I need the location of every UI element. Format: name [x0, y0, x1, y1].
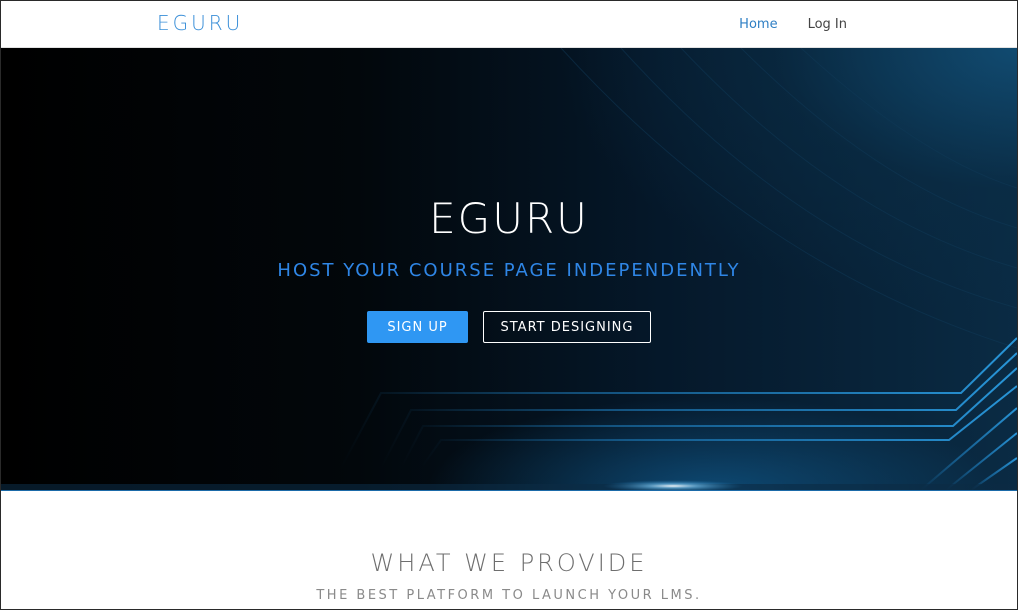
hero-tagline: HOST YOUR COURSE PAGE INDEPENDENTLY — [277, 260, 741, 281]
page-frame: EGURU Home Log In EGURU HOST YOUR COURSE… — [0, 0, 1018, 610]
brand-logo[interactable]: EGURU — [157, 11, 243, 35]
what-we-provide-subheading: THE BEST PLATFORM TO LAUNCH YOUR LMS. — [316, 588, 702, 603]
start-designing-button[interactable]: START DESIGNING — [483, 311, 651, 343]
nav-links: Home Log In — [739, 17, 847, 32]
sign-up-button[interactable]: SIGN UP — [367, 311, 468, 343]
hero-title: EGURU — [429, 194, 589, 243]
what-we-provide-heading: WHAT WE PROVIDE — [370, 549, 648, 577]
nav-login-link[interactable]: Log In — [808, 17, 847, 32]
top-navbar: EGURU Home Log In — [1, 1, 1017, 48]
hero-banner: EGURU HOST YOUR COURSE PAGE INDEPENDENTL… — [1, 48, 1017, 491]
nav-home-link[interactable]: Home — [739, 17, 777, 32]
